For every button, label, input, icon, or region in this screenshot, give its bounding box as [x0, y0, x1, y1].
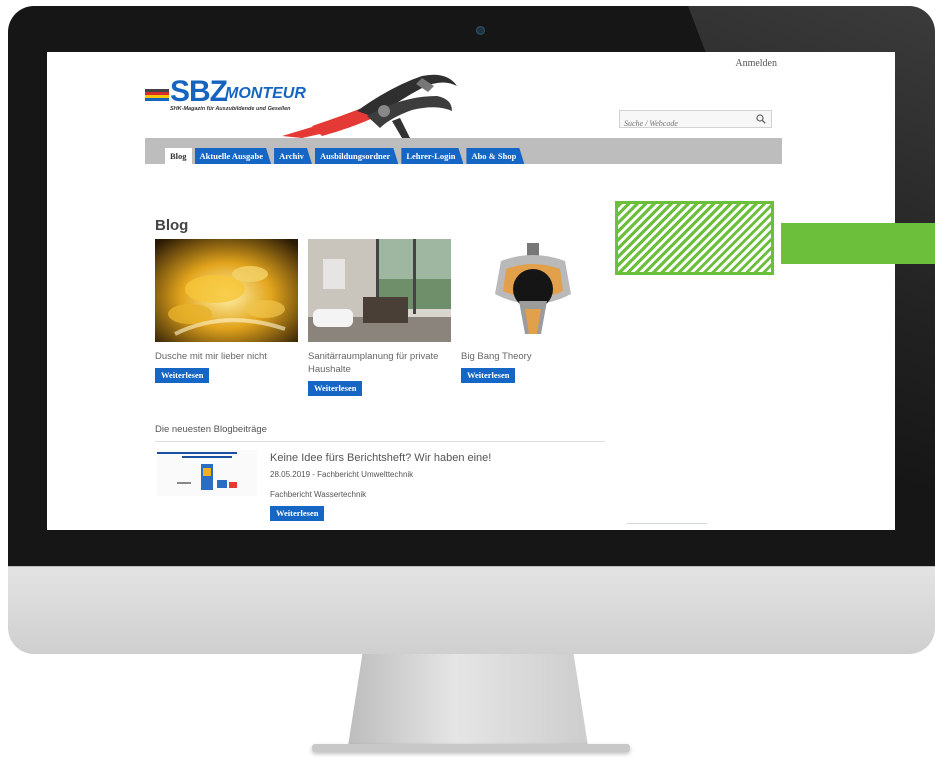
nav-items: Blog Aktuelle Ausgabe Archiv Ausbildungs…	[165, 148, 524, 164]
read-more-button[interactable]: Weiterlesen	[155, 368, 210, 383]
green-marker	[781, 223, 935, 264]
nav-item-abo-shop[interactable]: Abo & Shop	[466, 148, 524, 164]
pliers-icon	[282, 74, 457, 138]
blog-card: Sanitärraumplanung für private Haushalte…	[308, 239, 452, 396]
divider	[155, 441, 605, 442]
read-more-button[interactable]: Weiterlesen	[461, 368, 516, 383]
read-more-button[interactable]: Weiterlesen	[270, 506, 325, 521]
read-more-button[interactable]: Weiterlesen	[308, 381, 363, 396]
post-meta: 28.05.2019 - Fachbericht Umwelttechnik	[270, 470, 414, 479]
nav-item-aktuelle-ausgabe[interactable]: Aktuelle Ausgabe	[195, 148, 272, 164]
monitor-chin	[8, 566, 935, 654]
divider	[627, 523, 707, 524]
bathroom-image[interactable]	[308, 239, 451, 342]
nav-item-lehrer-login[interactable]: Lehrer-Login	[401, 148, 463, 164]
blog-card-title[interactable]: Sanitärraumplanung für private Haushalte	[308, 350, 452, 376]
website-screen: Anmelden SBZ MONTEUR SHK-Magazin für Aus…	[47, 52, 895, 530]
login-link[interactable]: Anmelden	[735, 58, 777, 69]
blog-card-title[interactable]: Dusche mit mir lieber nicht	[155, 350, 299, 363]
post-title[interactable]: Keine Idee fürs Berichtsheft? Wir haben …	[270, 452, 491, 464]
main-nav: Blog Aktuelle Ausgabe Archiv Ausbildungs…	[145, 138, 782, 164]
highlight-box	[615, 201, 774, 275]
search-input[interactable]	[620, 115, 750, 132]
blog-card-title[interactable]: Big Bang Theory	[461, 350, 605, 363]
shower-image[interactable]	[155, 239, 298, 342]
search-icon[interactable]	[756, 114, 766, 124]
post-category: Fachbericht Wassertechnik	[270, 490, 367, 499]
camera-icon	[476, 26, 485, 35]
search-box[interactable]	[619, 110, 772, 132]
monitor-stand-base	[312, 744, 630, 752]
post-thumbnail[interactable]	[157, 450, 257, 496]
valve-image[interactable]	[461, 239, 604, 342]
logo-brand: SBZ	[170, 75, 228, 108]
page-title: Blog	[155, 217, 189, 234]
nav-item-ausbildungsordner[interactable]: Ausbildungsordner	[315, 148, 398, 164]
blog-card: Big Bang Theory Weiterlesen	[461, 239, 605, 383]
logo-flag-icon	[145, 89, 169, 101]
nav-item-archiv[interactable]: Archiv	[274, 148, 312, 164]
nav-item-blog[interactable]: Blog	[165, 148, 192, 164]
latest-posts-heading: Die neuesten Blogbeiträge	[155, 424, 267, 435]
monitor-stand	[348, 654, 588, 746]
blog-card: Dusche mit mir lieber nicht Weiterlesen	[155, 239, 299, 383]
